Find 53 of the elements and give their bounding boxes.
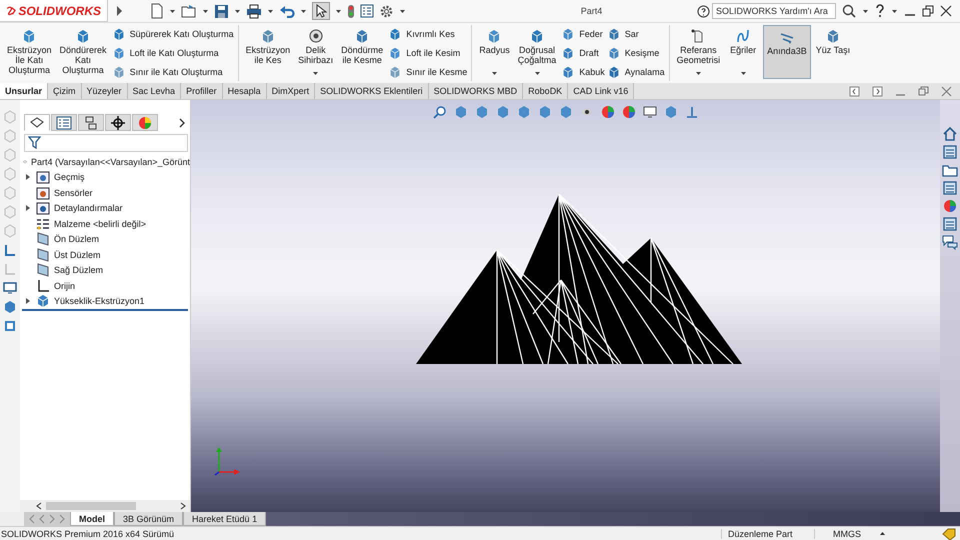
ribbon-button[interactable]: Doğrusal Çoğaltma	[514, 25, 560, 79]
ribbon-button[interactable]: Döndürme ile Kesme	[338, 25, 386, 79]
ribbon-tab[interactable]: SOLIDWORKS MBD	[428, 83, 524, 99]
model-tab[interactable]: Hareket Etüdü 1	[183, 512, 266, 526]
ribbon-button[interactable]: Sınır ile Kesme	[388, 63, 468, 80]
ribbon-tab[interactable]: Sac Levha	[128, 83, 182, 99]
tree-item[interactable]: Sensörler	[54, 188, 93, 198]
tree-item[interactable]: Orijin	[54, 280, 76, 291]
ribbon-button[interactable]: Draft	[561, 44, 605, 62]
ribbon-button[interactable]: Ekstrüzyon İle Katı Oluşturma	[4, 25, 55, 79]
ribbon-button[interactable]: Loft ile Kesim	[388, 44, 468, 62]
ribbon-tab[interactable]: DimXpert	[266, 83, 316, 99]
tree-item[interactable]: Sağ Düzlem	[54, 265, 104, 276]
ribbon-button[interactable]: Yüz Taşı	[812, 25, 854, 79]
ribbon-tab[interactable]: Yüzeyler	[82, 83, 128, 99]
model-tab[interactable]: Model	[70, 512, 114, 526]
tree-item[interactable]: Ön Düzlem	[54, 234, 100, 244]
ribbon-tab[interactable]: Unsurlar	[0, 83, 48, 99]
ribbon-tab[interactable]: CAD Link v16	[568, 83, 634, 99]
ribbon-tab[interactable]: SOLIDWORKS Eklentileri	[315, 83, 429, 99]
ribbon-button[interactable]: Süpürerek Katı Oluşturma	[112, 26, 234, 43]
ribbon-tab[interactable]: RoboDK	[523, 83, 568, 99]
tree-item[interactable]: Malzeme <belirli değil>	[54, 218, 146, 229]
ribbon-button[interactable]: Loft ile Katı Oluşturma	[112, 44, 234, 62]
ribbon-button[interactable]: Sınır ile Katı Oluşturma	[112, 63, 234, 80]
tree-item[interactable]: Geçmiş	[54, 172, 85, 182]
model-tab[interactable]: 3B Görünüm	[114, 512, 184, 526]
ribbon-button[interactable]: Anında3B	[763, 25, 811, 79]
ribbon-button[interactable]: Eğriler	[725, 25, 762, 79]
ribbon-button[interactable]: Aynalama	[606, 63, 665, 80]
ribbon-button[interactable]: Ekstrüzyon ile Kes	[242, 25, 294, 79]
ribbon-button[interactable]: Feder	[561, 26, 605, 43]
tree-item[interactable]: Üst Düzlem	[54, 250, 101, 260]
ribbon-tab[interactable]: Çizim	[48, 83, 82, 99]
ribbon-button[interactable]: Sar	[606, 26, 665, 43]
tree-root-label[interactable]: Part4 (Varsayılan<<Varsayılan>_Görünt	[30, 156, 190, 167]
ribbon-button[interactable]: Referans Geometrisi	[674, 25, 724, 79]
ribbon-button[interactable]: Radyus	[476, 25, 513, 79]
ribbon-button[interactable]: Kıvrımlı Kes	[388, 26, 468, 43]
ribbon-tab[interactable]: Profiller	[181, 83, 223, 99]
status-mode: Düzenleme Part	[721, 528, 808, 538]
ribbon-button[interactable]: Kesişme	[606, 44, 665, 62]
ribbon-button[interactable]: Döndürerek Katı Oluşturma	[56, 25, 110, 79]
status-text: SOLIDWORKS Premium 2016 x64 Sürümü	[1, 528, 176, 538]
solidworks-logo[interactable]: SOLIDWORKS	[0, 0, 108, 22]
tree-item[interactable]: Detaylandırmalar	[54, 203, 123, 214]
help-search-field[interactable]: SOLIDWORKS Yardım'ı Ara	[712, 3, 836, 19]
ribbon-button[interactable]: Delik Sihirbazı	[295, 25, 336, 79]
tree-item[interactable]: Yükseklik-Ekstrüzyon1	[54, 296, 145, 306]
units-selector[interactable]: MMGS	[814, 528, 873, 538]
document-title: Part4	[580, 6, 602, 16]
ribbon-button[interactable]: Kabuk	[561, 63, 605, 80]
ribbon-tab[interactable]: Hesapla	[222, 83, 267, 99]
